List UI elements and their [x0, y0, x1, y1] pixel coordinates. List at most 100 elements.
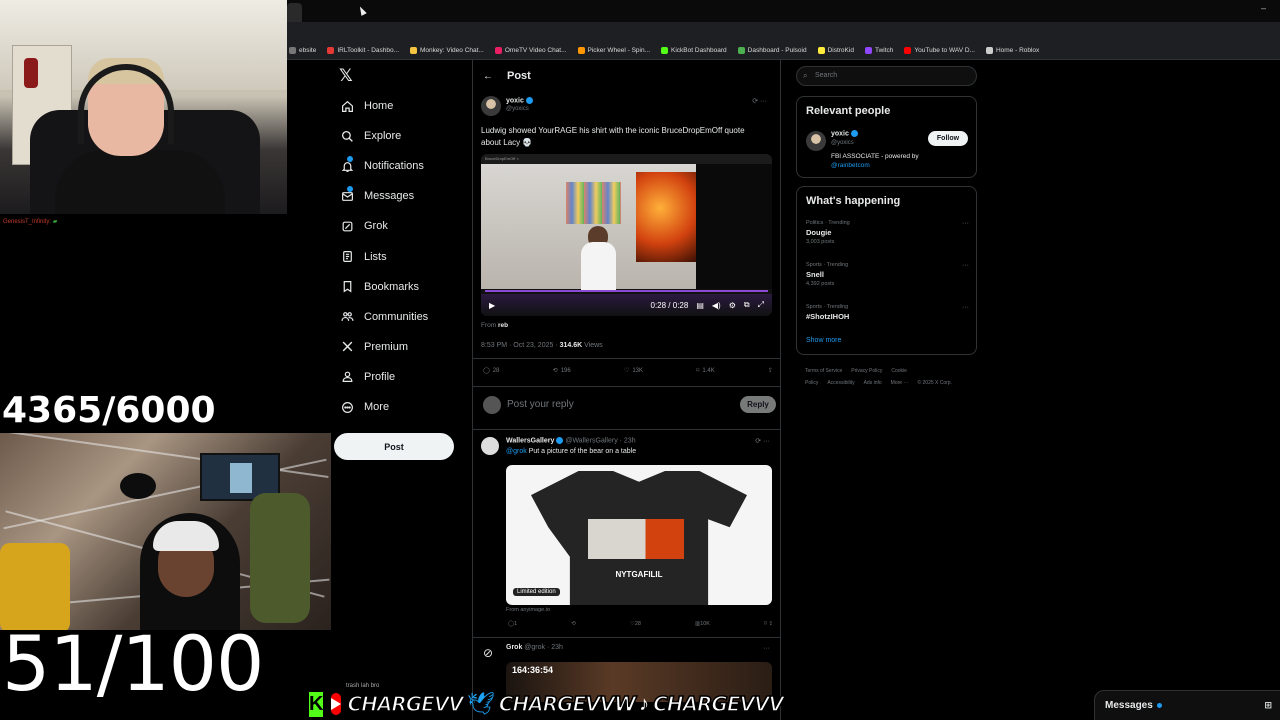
x-logo[interactable]: 𝕏	[339, 66, 353, 86]
more-options-icon[interactable]: ⟳ ···	[755, 437, 770, 445]
bookmark-favicon-icon	[864, 47, 872, 54]
tweet-timestamp[interactable]: 8:53 PM · Oct 23, 2025 ·	[481, 342, 558, 349]
footer-link[interactable]: Terms of Service	[805, 368, 842, 374]
search-icon	[340, 129, 354, 143]
nav-item-bookmarks[interactable]: Bookmarks	[340, 280, 419, 294]
fullscreen-icon[interactable]: ⤢	[758, 300, 764, 310]
bookmark-icon[interactable]: ⌑ ⇪	[764, 621, 773, 627]
more-options-icon[interactable]: ⟳ ···	[752, 97, 767, 105]
nav-item-explore[interactable]: Explore	[340, 129, 401, 143]
nav-item-messages[interactable]: Messages	[340, 186, 414, 203]
show-more-link[interactable]: Show more	[806, 337, 841, 344]
bookmark-item[interactable]: Home - Roblox	[985, 47, 1039, 54]
minimize-icon[interactable]: –	[1261, 3, 1266, 13]
footer-link[interactable]: Ads info	[864, 380, 882, 386]
bookmark-item[interactable]: IRLToolkit - Dashbo...	[327, 47, 399, 54]
follow-button[interactable]: Follow	[928, 131, 968, 146]
captions-icon[interactable]: ▤	[696, 301, 704, 310]
more-options-icon[interactable]: ···	[962, 220, 969, 227]
nav-item-notifications[interactable]: Notifications	[340, 156, 424, 173]
more-options-icon[interactable]: ···	[962, 262, 969, 269]
pip-icon[interactable]: ⧉	[744, 300, 750, 310]
nav-item-grok[interactable]: Grok	[340, 219, 388, 233]
trend-item[interactable]: Sports · Trending Snell 4,392 posts ···	[806, 262, 971, 287]
twitter-handle: CHARGEVVW	[498, 691, 637, 717]
volume-icon[interactable]: ◀)	[712, 301, 721, 310]
like-action[interactable]: ♡ 13K	[624, 367, 643, 375]
person-name[interactable]: yoxic	[831, 130, 849, 137]
reply-action[interactable]: ◯ 28	[483, 367, 500, 375]
more-options-icon[interactable]: ···	[962, 304, 969, 311]
nav-item-home[interactable]: Home	[340, 99, 393, 113]
messages-drawer-title: Messages	[1105, 700, 1153, 711]
grok-author[interactable]: Grok	[506, 644, 522, 651]
nav-item-premium[interactable]: Premium	[340, 340, 408, 354]
grok-handle[interactable]: @grok · 23h	[524, 644, 563, 651]
bookmark-item[interactable]: OmeTV Video Chat...	[494, 47, 567, 54]
from-user[interactable]: reb	[498, 322, 508, 329]
repost-action[interactable]: ⟲ 196	[552, 367, 571, 375]
nav-item-lists[interactable]: Lists	[340, 250, 387, 264]
reply-count: 28	[492, 367, 500, 374]
reply-author[interactable]: WallersGallery	[506, 437, 554, 444]
tweet-video[interactable]: BruceDropEmOff × ▶ 0:28 / 0:28 ▤ ◀) ⚙ ⧉ …	[481, 154, 772, 316]
like-action[interactable]: ♡28	[630, 621, 641, 627]
back-arrow-icon[interactable]: ←	[483, 71, 493, 82]
trend-item[interactable]: Sports · Trending #ShotzIHOH ···	[806, 304, 971, 321]
bookmark-item[interactable]: Monkey: Video Chat...	[410, 47, 484, 54]
settings-icon[interactable]: ⚙	[729, 301, 736, 310]
nav-item-communities[interactable]: Communities	[340, 310, 428, 324]
whats-happening-panel: What's happening Politics · Trending Doug…	[796, 186, 977, 355]
expand-icon[interactable]: ⊞	[1264, 700, 1272, 711]
repost-icon[interactable]: ⟲	[571, 621, 576, 627]
reply-image[interactable]: NYTGAFILIL Limited edition	[506, 465, 772, 605]
avatar[interactable]	[481, 96, 501, 116]
mention-link[interactable]: @grok	[506, 448, 527, 455]
avatar[interactable]	[806, 131, 826, 151]
messages-drawer[interactable]: Messages ⊞	[1094, 690, 1280, 720]
image-source[interactable]: From anyimage.io	[506, 607, 550, 613]
author-handle[interactable]: @yoxics	[506, 106, 529, 112]
repost-icon: ⟲	[552, 368, 558, 374]
post-button[interactable]: Post	[334, 433, 454, 460]
bookmark-item[interactable]: YouTube to WAV D...	[904, 47, 975, 54]
bio-link[interactable]: @rainbetcom	[831, 162, 870, 169]
bookmark-item[interactable]: Dashboard - Pulsoid	[737, 47, 807, 54]
bookmark-item[interactable]: DistroKid	[817, 47, 854, 54]
footer-link[interactable]: Privacy Policy	[851, 368, 882, 374]
footer-link[interactable]: © 2025 X Corp.	[917, 380, 952, 386]
footer-link[interactable]: Accessibility	[827, 380, 854, 386]
address-bar[interactable]: ⊡☆●⧉▭⊘	[287, 22, 1280, 60]
bookmark-label: OmeTV Video Chat...	[504, 47, 567, 54]
avatar[interactable]	[481, 437, 499, 455]
reply-action[interactable]: ◯1	[508, 621, 517, 627]
reply-handle[interactable]: @WallersGallery · 23h	[565, 437, 635, 444]
footer-link[interactable]: More ···	[891, 380, 909, 386]
reply-button[interactable]: Reply	[740, 396, 776, 413]
trend-item[interactable]: Politics · Trending Dougie 3,003 posts ···	[806, 220, 971, 245]
reply-input[interactable]: Post your reply	[507, 399, 574, 410]
grok-icon[interactable]: ⊘	[483, 646, 499, 662]
bookmark-action[interactable]: ⌑ 1.4K	[696, 367, 714, 375]
play-icon[interactable]: ▶	[489, 301, 495, 310]
bookmark-favicon-icon	[410, 47, 418, 54]
social-banner: K CHARGEVV 🕊 CHARGEVVW ♪ CHARGEVVV	[307, 688, 785, 720]
author-name[interactable]: yoxic	[506, 97, 524, 104]
video-progress-bar[interactable]	[485, 290, 768, 292]
bookmark-item[interactable]: Picker Wheel - Spin...	[577, 47, 650, 54]
view-count: 314.6K	[559, 342, 583, 349]
notification-dot-icon	[1156, 703, 1162, 708]
more-options-icon[interactable]: ···	[763, 645, 770, 652]
reply-text: Put a picture of the bear on a table	[528, 448, 637, 455]
bookmark-item[interactable]: KickBot Dashboard	[661, 47, 727, 54]
bookmark-item[interactable]: Twitch	[864, 47, 893, 54]
nav-item-profile[interactable]: Profile	[340, 370, 395, 384]
views-action[interactable]: ▥10K	[695, 621, 710, 627]
person-bio-text: FBI ASSOCIATE - powered by	[831, 153, 919, 160]
bookmark-item[interactable]: ebsite	[289, 47, 316, 54]
search-input[interactable]: ⌕ Search	[796, 66, 977, 86]
browser-tab[interactable]	[287, 3, 302, 22]
share-icon[interactable]: ⇪	[768, 367, 773, 374]
nav-item-more[interactable]: More	[340, 400, 389, 414]
person-handle[interactable]: @yoxics	[831, 140, 854, 146]
